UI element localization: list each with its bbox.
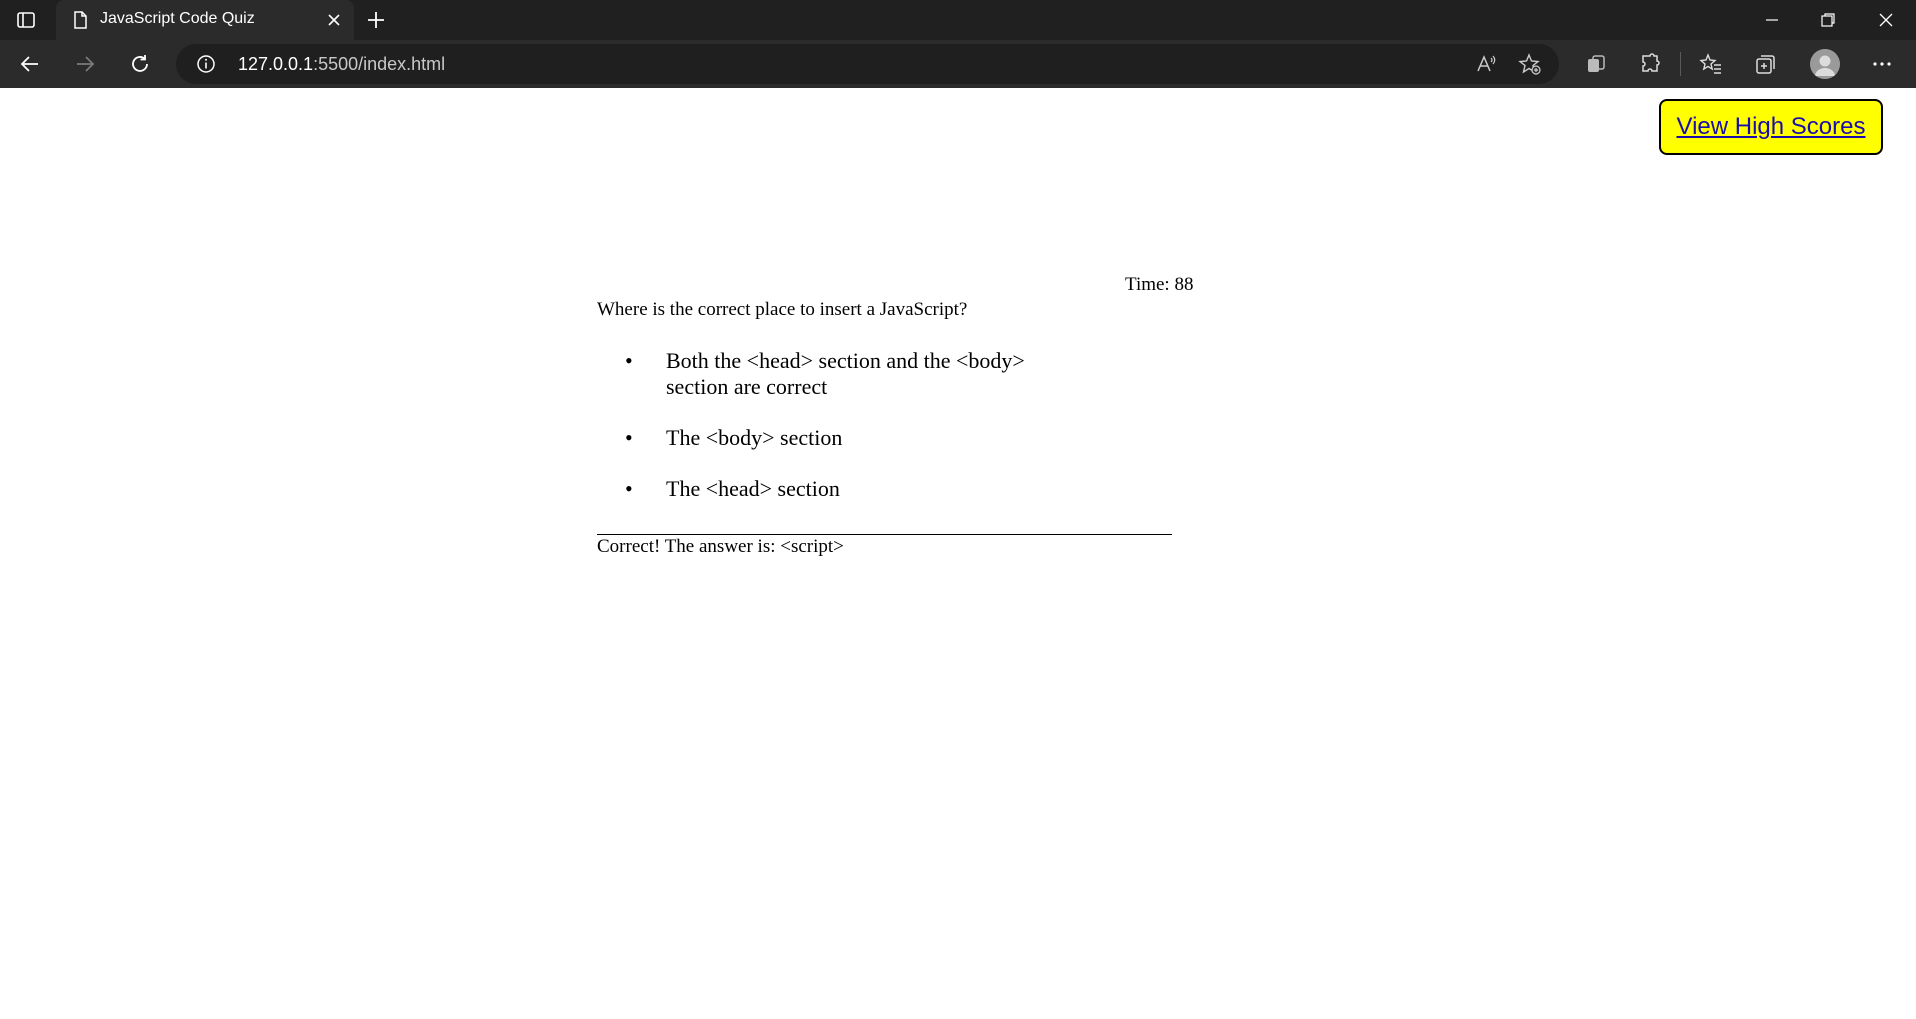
profile-avatar-icon[interactable] <box>1810 49 1840 79</box>
view-high-scores-button[interactable]: View High Scores <box>1659 99 1883 155</box>
more-icon[interactable] <box>1870 52 1894 76</box>
close-icon[interactable] <box>324 10 344 30</box>
browser-toolbar: 127.0.0.1:5500/index.html <box>0 40 1916 88</box>
forward-arrow-icon[interactable] <box>69 48 101 80</box>
page-icon <box>70 10 90 30</box>
divider <box>597 534 1172 535</box>
tab-title: JavaScript Code Quiz <box>100 10 255 27</box>
minimize-icon[interactable] <box>1744 0 1800 40</box>
timer: Time: 88 <box>1125 274 1194 295</box>
restore-icon[interactable] <box>1800 0 1856 40</box>
close-window-icon[interactable] <box>1858 0 1914 40</box>
extensions-icon[interactable] <box>1638 52 1662 76</box>
answer-option[interactable]: The <body> section <box>597 425 1047 451</box>
tab-actions-icon[interactable] <box>0 0 52 40</box>
result-message: Correct! The answer is: <script> <box>597 536 844 557</box>
answer-option[interactable]: The <head> section <box>597 476 1047 502</box>
tab-bar: JavaScript Code Quiz <box>0 0 1916 40</box>
workspaces-icon[interactable] <box>1584 52 1608 76</box>
favorites-icon[interactable] <box>1699 52 1723 76</box>
collections-icon[interactable] <box>1754 52 1778 76</box>
add-favorite-icon[interactable] <box>1518 52 1542 76</box>
back-arrow-icon[interactable] <box>14 48 46 80</box>
answer-list: Both the <head> section and the <body> s… <box>597 348 1047 527</box>
toolbar-divider <box>1680 52 1681 76</box>
info-icon[interactable] <box>196 54 216 74</box>
url-text[interactable]: 127.0.0.1:5500/index.html <box>238 54 445 75</box>
answer-option[interactable]: Both the <head> section and the <body> s… <box>597 348 1047 400</box>
question-text: Where is the correct place to insert a J… <box>597 299 968 320</box>
refresh-icon[interactable] <box>124 48 156 80</box>
plus-icon[interactable] <box>364 8 388 32</box>
address-bar[interactable]: 127.0.0.1:5500/index.html <box>176 44 1559 84</box>
active-tab[interactable]: JavaScript Code Quiz <box>56 0 354 40</box>
read-aloud-icon[interactable] <box>1474 52 1498 76</box>
